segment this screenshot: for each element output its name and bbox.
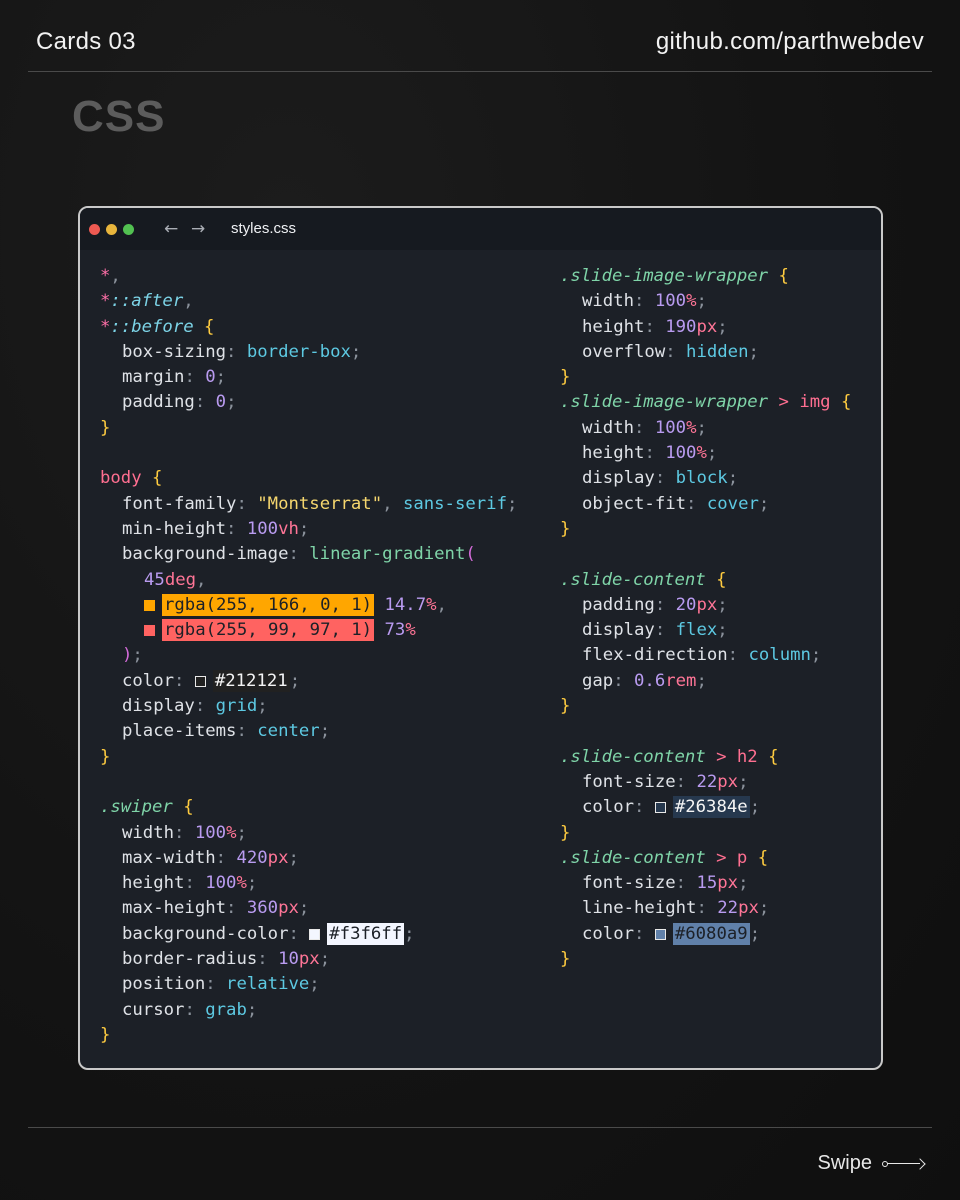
code-editor[interactable]: *, *::after, *::before { box-sizing: bor… — [80, 250, 881, 1068]
code-line: display: grid; — [122, 696, 268, 717]
code-line: font-size: 15px; — [582, 873, 749, 894]
code-line: background-image: linear-gradient( — [122, 544, 476, 565]
code-line: .slide-content > p { — [560, 847, 769, 868]
color-swatch-navy[interactable] — [654, 802, 666, 814]
code-line: padding: 0; — [122, 392, 237, 413]
code-line: color: #6080a9; — [582, 922, 761, 945]
code-line: } — [560, 367, 571, 388]
code-line: flex-direction: column; — [582, 645, 822, 666]
code-line: height: 190px; — [582, 316, 728, 337]
code-line: .slide-content { — [560, 569, 727, 590]
minimize-window-button[interactable] — [106, 224, 117, 235]
github-link[interactable]: github.com/parthwebdev — [656, 28, 924, 56]
code-line: max-width: 420px; — [122, 847, 299, 868]
code-line: 45deg, — [144, 569, 207, 590]
code-line: *::after, — [100, 291, 194, 312]
code-line: min-height: 100vh; — [122, 518, 310, 539]
window-titlebar: ← → styles.css — [80, 208, 881, 250]
code-line: padding: 20px; — [582, 594, 728, 615]
code-line: height: 100%; — [582, 443, 718, 464]
code-line: cursor: grab; — [122, 999, 258, 1020]
code-line: color: #26384e; — [582, 796, 761, 819]
header-divider — [28, 71, 932, 72]
code-line: border-radius: 10px; — [122, 949, 331, 970]
code-line: max-height: 360px; — [122, 898, 310, 919]
code-line: *, — [100, 266, 121, 286]
code-line: margin: 0; — [122, 367, 227, 388]
code-line: } — [560, 822, 571, 843]
code-line: } — [100, 1024, 111, 1045]
code-line: .swiper { — [100, 797, 194, 818]
forward-arrow-icon[interactable]: → — [191, 219, 205, 239]
code-line: place-items: center; — [122, 721, 331, 742]
code-line: box-sizing: border-box; — [122, 341, 362, 362]
code-line: rgba(255, 166, 0, 1) 14.7%, — [100, 593, 517, 618]
code-line: } — [560, 949, 571, 970]
swipe-button[interactable]: Swipe — [817, 1152, 926, 1175]
maximize-window-button[interactable] — [123, 224, 134, 235]
code-line: ); — [122, 645, 143, 666]
code-line: width: 100%; — [582, 291, 707, 312]
code-line: gap: 0.6rem; — [582, 670, 707, 691]
code-line: .slide-image-wrapper { — [560, 266, 789, 286]
file-tab-title[interactable]: styles.css — [231, 220, 296, 237]
code-line: } — [560, 696, 571, 717]
color-swatch-dark[interactable] — [194, 675, 206, 687]
arrow-right-icon — [882, 1157, 926, 1170]
code-line: } — [560, 518, 571, 539]
code-column-right: .slide-image-wrapper { width: 100%; heig… — [560, 264, 851, 972]
code-line: width: 100%; — [582, 417, 707, 438]
section-title: CSS — [72, 92, 166, 141]
back-arrow-icon[interactable]: ← — [164, 219, 178, 239]
code-line: } — [100, 746, 111, 767]
code-line: body { — [100, 468, 163, 489]
color-swatch-slate[interactable] — [654, 928, 666, 940]
code-window: ← → styles.css *, *::after, *::before { … — [78, 206, 883, 1070]
code-line: font-size: 22px; — [582, 771, 749, 792]
code-line: position: relative; — [122, 974, 320, 995]
color-swatch-light[interactable] — [309, 928, 321, 940]
color-swatch-coral[interactable] — [144, 625, 155, 637]
code-line: .slide-content > h2 { — [560, 746, 779, 767]
code-column-left: *, *::after, *::before { box-sizing: bor… — [100, 264, 517, 1048]
code-line: object-fit: cover; — [582, 493, 770, 514]
code-line: } — [100, 417, 111, 438]
footer-divider — [28, 1127, 932, 1128]
code-line: height: 100%; — [122, 873, 258, 894]
color-swatch-orange[interactable] — [144, 599, 155, 611]
code-line: color: #212121; — [122, 669, 301, 692]
code-line: rgba(255, 99, 97, 1) 73% — [100, 618, 517, 643]
code-line: background-color: #f3f6ff; — [122, 922, 415, 945]
close-window-button[interactable] — [89, 224, 100, 235]
header-title: Cards 03 — [36, 28, 136, 55]
code-line: *::before { — [100, 316, 215, 337]
code-line: display: block; — [582, 468, 739, 489]
code-line: width: 100%; — [122, 822, 247, 843]
code-line: font-family: "Montserrat", sans-serif; — [122, 493, 518, 514]
code-line: line-height: 22px; — [582, 898, 770, 919]
code-line: .slide-image-wrapper > img { — [560, 392, 852, 413]
code-line: overflow: hidden; — [582, 341, 759, 362]
swipe-label: Swipe — [817, 1152, 872, 1174]
code-line: display: flex; — [582, 620, 728, 641]
